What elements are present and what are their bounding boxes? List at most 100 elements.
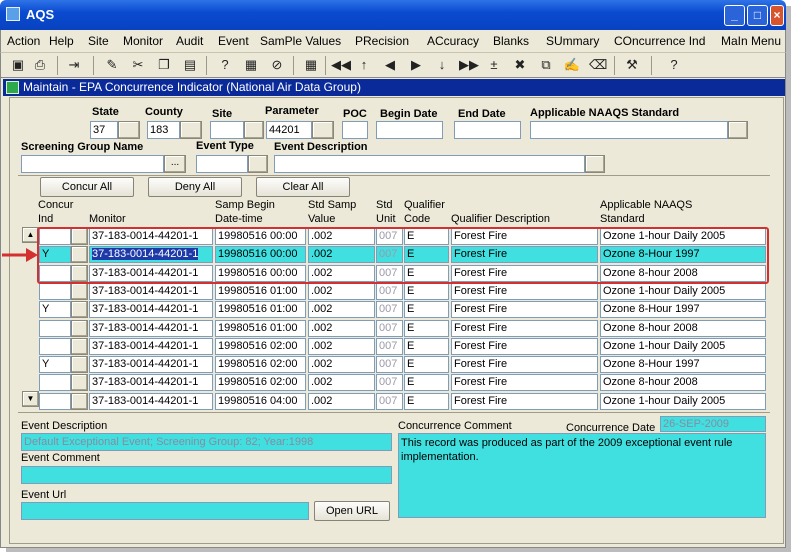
menu-accuracy[interactable]: ACcuracy — [427, 34, 479, 48]
cell-monitor[interactable]: 37-183-0014-44201-1 — [89, 301, 213, 318]
cell-unit[interactable]: 007 — [376, 338, 403, 355]
next-record-icon[interactable]: ▶ — [407, 56, 425, 74]
cell-concur-ind[interactable]: Y — [39, 301, 71, 318]
cell-code[interactable]: E — [404, 356, 449, 373]
naaqs-lov-button[interactable] — [728, 121, 748, 139]
cell-unit[interactable]: 007 — [376, 374, 403, 391]
menu-event[interactable]: Event — [218, 34, 249, 48]
cell-description[interactable]: Forest Fire — [451, 356, 598, 373]
execute-query-icon[interactable]: ▦ — [242, 56, 260, 74]
cell-value[interactable]: .002 — [308, 374, 375, 391]
lov-icon[interactable]: ⚒ — [623, 56, 641, 74]
cell-concur-ind[interactable] — [39, 374, 71, 391]
cell-begin[interactable]: 19980516 04:00 — [215, 393, 306, 410]
cell-row-button[interactable] — [71, 393, 88, 410]
cell-monitor[interactable]: 37-183-0014-44201-1 — [89, 338, 213, 355]
county-lov-button[interactable] — [180, 121, 202, 139]
up-icon[interactable]: ↑ — [355, 56, 373, 74]
first-record-icon[interactable]: ◀◀ — [331, 56, 351, 74]
cell-unit[interactable]: 007 — [376, 320, 403, 337]
cell-concur-ind[interactable] — [39, 338, 71, 355]
clear-all-button[interactable]: Clear All — [256, 177, 350, 197]
duplicate-icon[interactable]: ⧉ — [537, 56, 555, 74]
event-description-lov-button[interactable] — [585, 155, 605, 173]
cell-monitor[interactable]: 37-183-0014-44201-1 — [89, 374, 213, 391]
state-lov-button[interactable] — [118, 121, 140, 139]
cell-concur-ind[interactable] — [39, 393, 71, 410]
cell-monitor[interactable]: 37-183-0014-44201-1 — [89, 393, 213, 410]
cell-unit[interactable]: 007 — [376, 301, 403, 318]
cell-description[interactable]: Forest Fire — [451, 338, 598, 355]
cell-row-button[interactable] — [71, 338, 88, 355]
cell-naaqs[interactable]: Ozone 1-hour Daily 2005 — [600, 393, 766, 410]
cell-value[interactable]: .002 — [308, 338, 375, 355]
cell-row-button[interactable] — [71, 320, 88, 337]
site-field[interactable] — [210, 121, 244, 139]
copy-icon[interactable]: ❐ — [155, 56, 173, 74]
parameter-lov-button[interactable] — [312, 121, 334, 139]
cell-code[interactable]: E — [404, 393, 449, 410]
event-description-field[interactable] — [274, 155, 585, 173]
scissors-icon[interactable]: ✂ — [129, 56, 147, 74]
menu-monitor[interactable]: Monitor — [123, 34, 163, 48]
previous-record-icon[interactable]: ◀ — [381, 56, 399, 74]
cell-row-button[interactable] — [71, 356, 88, 373]
naaqs-field[interactable] — [530, 121, 728, 139]
concur-all-button[interactable]: Concur All — [40, 177, 134, 197]
cell-unit[interactable]: 007 — [376, 393, 403, 410]
cut-icon[interactable]: ✎ — [103, 56, 121, 74]
event-comment-field[interactable] — [21, 466, 392, 484]
query-icon[interactable]: ? — [216, 56, 234, 74]
cell-begin[interactable]: 19980516 02:00 — [215, 374, 306, 391]
scroll-down-button[interactable]: ▼ — [22, 391, 39, 407]
menu-site[interactable]: Site — [88, 34, 109, 48]
cell-unit[interactable]: 007 — [376, 356, 403, 373]
cell-begin[interactable]: 19980516 01:00 — [215, 320, 306, 337]
clear-icon[interactable]: ⌫ — [589, 56, 607, 74]
menu-sample-values[interactable]: SamPle Values — [260, 34, 341, 48]
maximize-button[interactable]: □ — [747, 5, 768, 26]
cell-code[interactable]: E — [404, 320, 449, 337]
cell-naaqs[interactable]: Ozone 8-Hour 1997 — [600, 356, 766, 373]
cell-monitor[interactable]: 37-183-0014-44201-1 — [89, 320, 213, 337]
cell-begin[interactable]: 19980516 02:00 — [215, 356, 306, 373]
menu-audit[interactable]: Audit — [176, 34, 203, 48]
event-url-field[interactable] — [21, 502, 309, 520]
grid-icon[interactable]: ▦ — [302, 56, 320, 74]
cell-begin[interactable]: 19980516 02:00 — [215, 338, 306, 355]
state-field[interactable]: 37 — [90, 121, 118, 139]
menu-precision[interactable]: PRecision — [355, 34, 409, 48]
event-type-field[interactable] — [196, 155, 248, 173]
cell-value[interactable]: .002 — [308, 320, 375, 337]
cell-description[interactable]: Forest Fire — [451, 374, 598, 391]
poc-field[interactable] — [342, 121, 368, 139]
edit-icon[interactable]: ✍ — [563, 56, 581, 74]
begin-date-field[interactable] — [376, 121, 443, 139]
cell-naaqs[interactable]: Ozone 8-Hour 1997 — [600, 301, 766, 318]
insert-record-icon[interactable]: ± — [485, 56, 503, 74]
open-url-button[interactable]: Open URL — [314, 501, 390, 521]
menu-summary[interactable]: SUmmary — [546, 34, 599, 48]
end-date-field[interactable] — [454, 121, 521, 139]
cell-concur-ind[interactable] — [39, 320, 71, 337]
cell-begin[interactable]: 19980516 01:00 — [215, 283, 306, 300]
menu-blanks[interactable]: Blanks — [493, 34, 529, 48]
parameter-field[interactable]: 44201 — [266, 121, 312, 139]
cell-monitor[interactable]: 37-183-0014-44201-1 — [89, 283, 213, 300]
cell-monitor[interactable]: 37-183-0014-44201-1 — [89, 356, 213, 373]
cell-naaqs[interactable]: Ozone 8-hour 2008 — [600, 320, 766, 337]
screening-group-lov-button[interactable]: ... — [164, 155, 186, 173]
cell-begin[interactable]: 19980516 01:00 — [215, 301, 306, 318]
delete-record-icon[interactable]: ✖ — [511, 56, 529, 74]
cell-value[interactable]: .002 — [308, 356, 375, 373]
cell-description[interactable]: Forest Fire — [451, 393, 598, 410]
exit-icon[interactable]: ⇥ — [65, 56, 83, 74]
cell-naaqs[interactable]: Ozone 1-hour Daily 2005 — [600, 338, 766, 355]
cell-naaqs[interactable]: Ozone 1-hour Daily 2005 — [600, 283, 766, 300]
paste-icon[interactable]: ▤ — [181, 56, 199, 74]
event-type-lov-button[interactable] — [248, 155, 268, 173]
menu-main-menu[interactable]: MaIn Menu — [721, 34, 781, 48]
cell-concur-ind[interactable]: Y — [39, 356, 71, 373]
cell-code[interactable]: E — [404, 374, 449, 391]
cancel-query-icon[interactable]: ⊘ — [268, 56, 286, 74]
